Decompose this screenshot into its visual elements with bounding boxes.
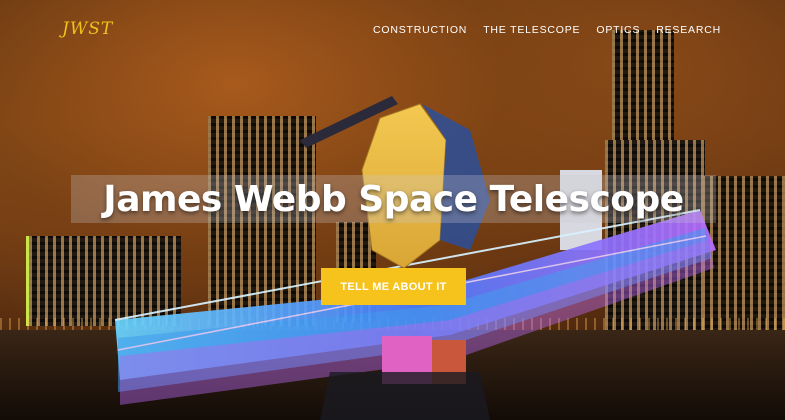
hero-section: JWST CONSTRUCTION THE TELESCOPE OPTICS R… <box>0 0 785 420</box>
nav-item-optics[interactable]: OPTICS <box>596 24 640 36</box>
main-nav: CONSTRUCTION THE TELESCOPE OPTICS RESEAR… <box>373 24 721 36</box>
nav-item-research[interactable]: RESEARCH <box>656 24 721 36</box>
nav-item-the-telescope[interactable]: THE TELESCOPE <box>483 24 580 36</box>
hero-title: James Webb Space Telescope <box>103 178 684 220</box>
tell-me-about-it-button[interactable]: TELL ME ABOUT IT <box>321 268 466 305</box>
site-logo[interactable]: JWST <box>62 19 113 39</box>
nav-item-construction[interactable]: CONSTRUCTION <box>373 24 467 36</box>
